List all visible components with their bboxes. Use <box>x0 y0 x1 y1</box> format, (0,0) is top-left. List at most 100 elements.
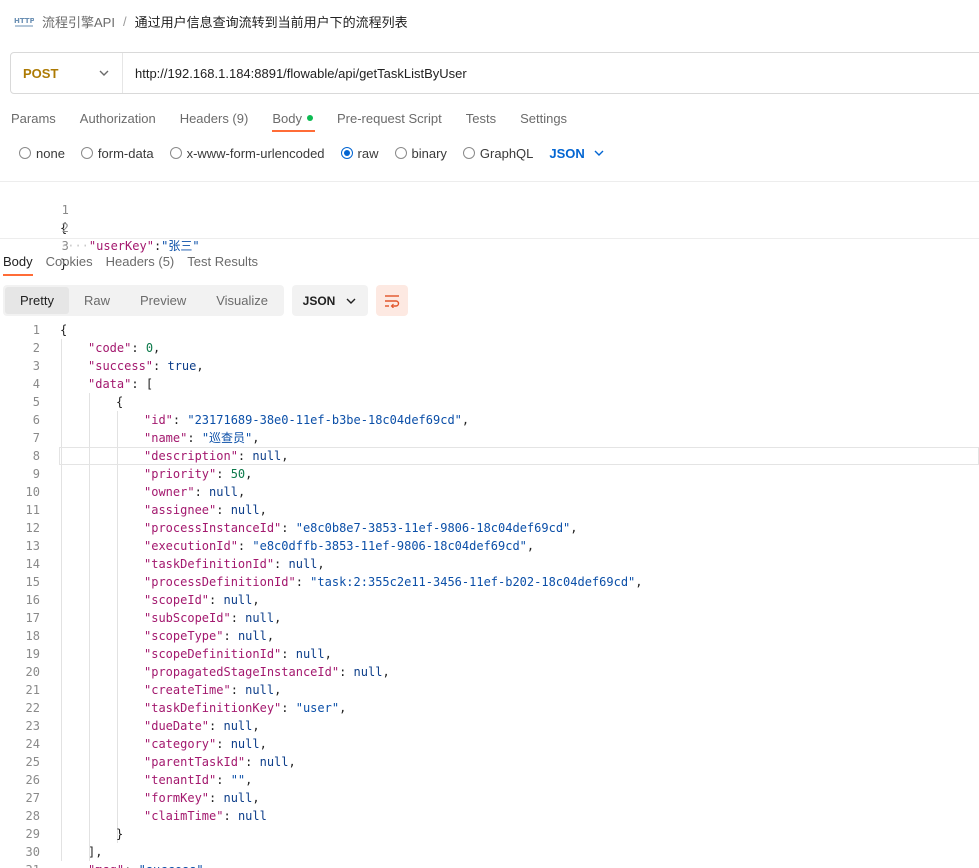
code-text: "assignee": null, <box>144 503 267 517</box>
json-value: 50 <box>230 467 246 481</box>
tab-response-body[interactable]: Body <box>3 254 33 269</box>
view-raw-button[interactable]: Raw <box>69 287 125 314</box>
json-key: "scopeDefinitionId" <box>144 647 282 661</box>
code-text: } <box>116 825 123 843</box>
json-key: "taskDefinitionId" <box>144 557 275 571</box>
json-key: "processInstanceId" <box>144 521 282 535</box>
response-format-select[interactable]: JSON <box>292 285 368 316</box>
wrap-lines-icon <box>385 294 400 308</box>
line-number: 16 <box>25 593 40 607</box>
tab-cookies[interactable]: Cookies <box>46 254 93 269</box>
line-number: 7 <box>32 431 40 445</box>
json-value: null <box>288 557 318 571</box>
radio-label: x-www-form-urlencoded <box>186 145 325 161</box>
json-value: "" <box>230 773 246 787</box>
radio-x-www-form-urlencoded[interactable]: x-www-form-urlencoded <box>169 145 325 161</box>
code-text: { <box>60 321 67 339</box>
body-indicator-dot <box>306 115 313 122</box>
json-key: "msg" <box>88 863 124 868</box>
code-text: "taskDefinitionKey": "user", <box>144 701 347 715</box>
line-number: 29 <box>25 827 40 841</box>
radio-form-data[interactable]: form-data <box>80 146 154 161</box>
body-format-select[interactable]: JSON <box>549 146 604 161</box>
code-text: "priority": 50, <box>144 467 253 481</box>
view-preview-button[interactable]: Preview <box>125 287 201 314</box>
json-key: "userKey" <box>88 239 154 253</box>
tab-response-headers[interactable]: Headers (5) <box>106 254 175 269</box>
url-input[interactable]: http://192.168.1.184:8891/flowable/api/g… <box>123 66 467 81</box>
code-text: "createTime": null, <box>144 683 282 697</box>
json-key: "assignee" <box>144 503 217 517</box>
request-body-editor[interactable]: 1 { 2 ····"userKey":"张三" 3 } <box>0 181 979 271</box>
request-title[interactable]: 通过用户信息查询流转到当前用户下的流程列表 <box>135 12 408 31</box>
json-comma: , <box>274 611 282 625</box>
radio-label: none <box>36 145 65 161</box>
tab-settings[interactable]: Settings <box>520 111 567 126</box>
json-value: "task:2:355c2e11-3456-11ef-b202-18c04def… <box>310 575 636 589</box>
json-key: "formKey" <box>144 791 210 805</box>
json-value: null <box>245 683 275 697</box>
line-number: 1 <box>61 203 69 217</box>
http-icon: HTTP <box>14 13 35 29</box>
code-text: "name": "巡查员", <box>144 431 260 445</box>
breadcrumb-parent[interactable]: 流程引擎API <box>42 12 115 31</box>
json-value: null <box>209 485 238 499</box>
line-number: 28 <box>25 809 40 823</box>
method-select[interactable]: POST <box>11 53 123 93</box>
radio-raw[interactable]: raw <box>340 146 379 161</box>
tab-params[interactable]: Params <box>11 111 56 126</box>
json-comma: , <box>245 467 253 481</box>
view-visualize-button[interactable]: Visualize <box>201 287 283 314</box>
line-number: 31 <box>0 861 40 868</box>
radio-label: binary <box>411 145 447 161</box>
code-text: "propagatedStageInstanceId": null, <box>144 665 390 679</box>
radio-icon <box>394 147 407 159</box>
code-text: "owner": null, <box>144 485 246 499</box>
tab-pre-request-script[interactable]: Pre-request Script <box>337 111 442 126</box>
radio-binary[interactable]: binary <box>394 145 447 161</box>
active-tab-underline <box>272 130 315 132</box>
json-value: "e8c0b8e7-3853-11ef-9806-18c04def69cd" <box>295 521 571 535</box>
json-key: "name" <box>144 431 188 445</box>
json-key: "taskDefinitionKey" <box>144 701 282 715</box>
code-text: "taskDefinitionId": null, <box>144 557 325 571</box>
line-number: 5 <box>32 395 40 409</box>
json-value: null <box>223 719 253 733</box>
json-key: "priority" <box>144 467 217 481</box>
json-value: [ <box>145 377 154 391</box>
code-text: "scopeDefinitionId": null, <box>144 647 332 661</box>
code-text: "description": null, <box>144 449 289 463</box>
radio-label: GraphQL <box>479 145 534 161</box>
line-number: 19 <box>25 647 40 661</box>
response-body-viewer[interactable]: 1 {2 "code": 0, 3 "success": true, 4 "data": [… <box>0 321 979 868</box>
code-line: 2 ····"userKey":"张三" <box>0 201 200 253</box>
line-number: 2 <box>61 221 69 235</box>
code-text: "processInstanceId": "e8c0b8e7-3853-11ef… <box>144 521 578 535</box>
radio-graphql[interactable]: GraphQL <box>462 145 534 161</box>
radio-none[interactable]: none <box>19 146 65 161</box>
tab-test-results[interactable]: Test Results <box>187 254 258 269</box>
tab-authorization[interactable]: Authorization <box>80 111 156 126</box>
wrap-lines-button[interactable] <box>376 285 408 316</box>
line-number: 11 <box>25 503 40 517</box>
json-key: "data" <box>88 377 132 391</box>
json-value: "巡查员" <box>201 431 253 445</box>
json-value: "23171689-38e0-11ef-b3be-18c04def69cd" <box>187 413 462 427</box>
line-number: 2 <box>32 341 40 355</box>
json-key: "success" <box>88 359 154 373</box>
line-number: 17 <box>25 611 40 625</box>
json-value: null <box>295 647 325 661</box>
tab-body[interactable]: Body <box>272 111 313 126</box>
tab-tests[interactable]: Tests <box>466 111 496 126</box>
code-text: ], <box>88 843 102 861</box>
json-key: "scopeType" <box>144 629 224 643</box>
line-number: 24 <box>25 737 40 751</box>
json-comma: , <box>382 665 390 679</box>
tab-headers[interactable]: Headers (9) <box>180 111 249 126</box>
response-format-label: JSON <box>302 293 336 308</box>
view-pretty-button[interactable]: Pretty <box>5 287 69 314</box>
code-line: 3 } <box>0 219 69 271</box>
json-comma: , <box>259 503 267 517</box>
json-key: "parentTaskId" <box>144 755 246 769</box>
json-comma: , <box>570 521 578 535</box>
